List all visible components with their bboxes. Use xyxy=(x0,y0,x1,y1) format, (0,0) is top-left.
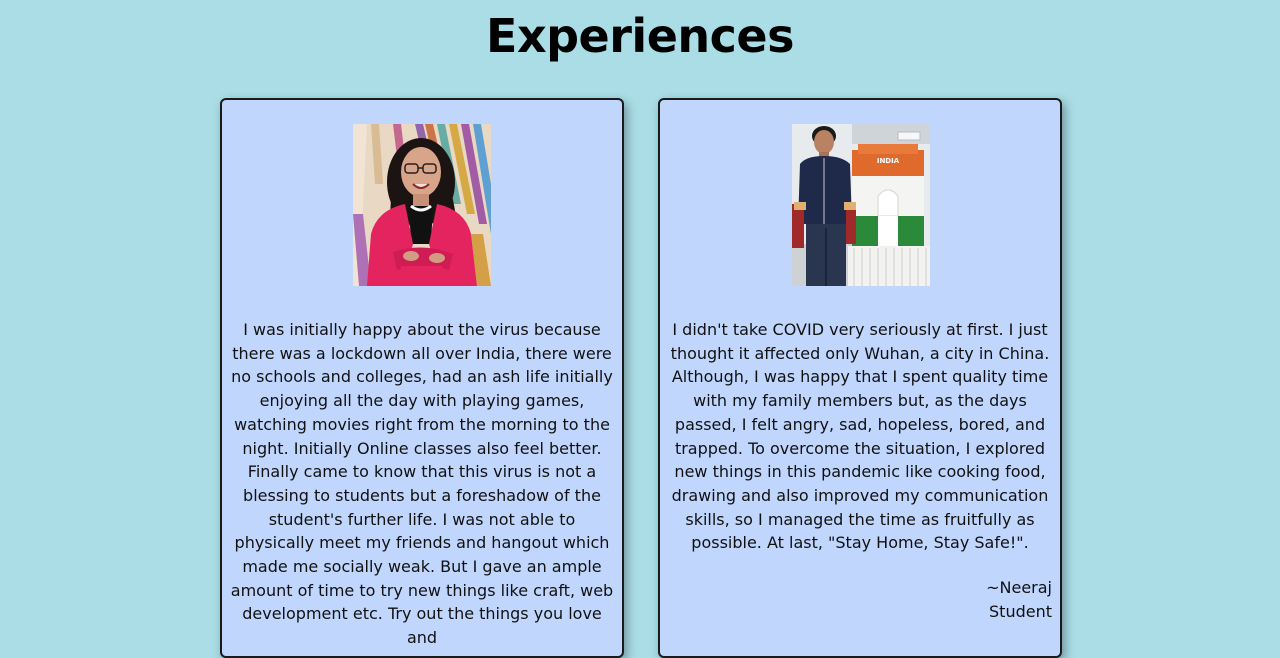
experience-text: I was initially happy about the virus be… xyxy=(230,320,614,648)
model-label: INDIA xyxy=(877,157,900,165)
author-role: Student xyxy=(989,601,1052,621)
experience-text: I didn't take COVID very seriously at fi… xyxy=(670,320,1050,553)
experience-card: I was initially happy about the virus be… xyxy=(220,98,624,658)
experience-card: INDIA I didn't take COVID very seriously… xyxy=(658,98,1062,658)
man-with-india-gate-model-photo: INDIA xyxy=(792,124,930,286)
author-name: ~Neeraj xyxy=(986,578,1052,597)
page-title: Experiences xyxy=(486,9,794,63)
woman-portrait-photo xyxy=(353,124,491,286)
signature: ~Neeraj Student xyxy=(986,576,1052,623)
